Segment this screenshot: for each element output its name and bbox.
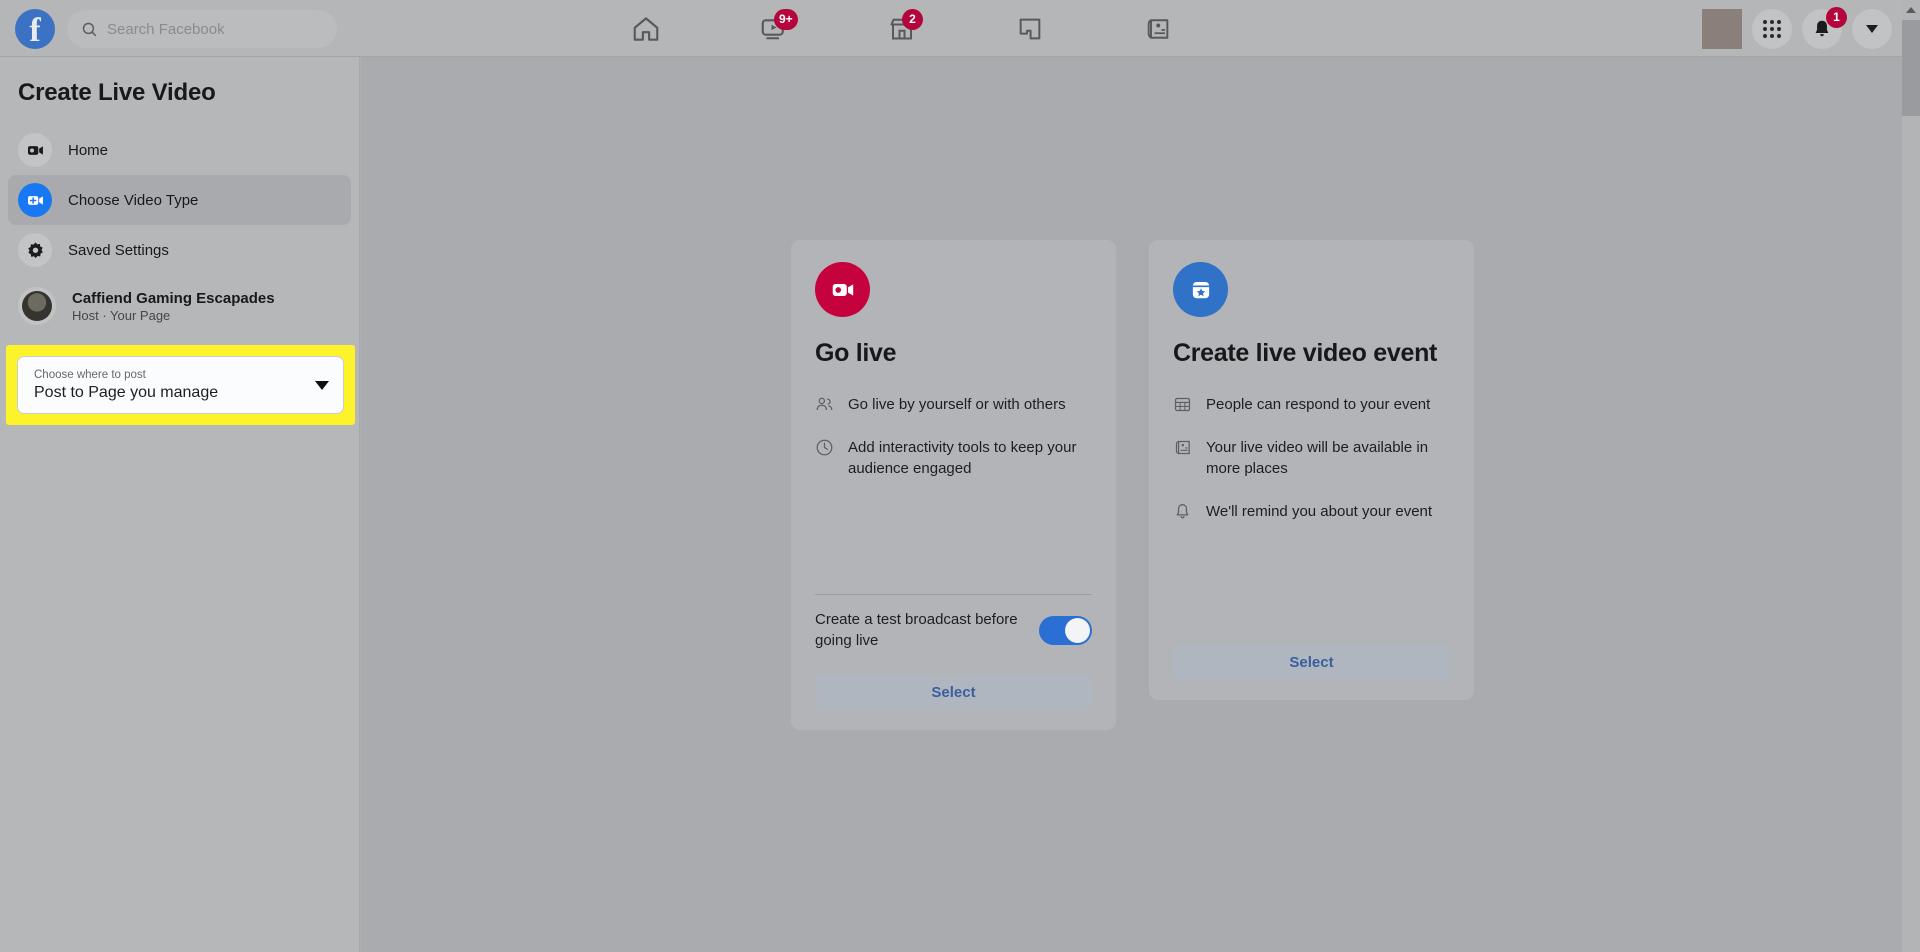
nav-news-button[interactable]: [1132, 9, 1184, 49]
sidebar-item-choose-video-type[interactable]: Choose Video Type: [8, 175, 351, 225]
marketplace-badge: 2: [902, 8, 923, 30]
page-title: Create Live Video: [18, 79, 216, 106]
select-button-create-event[interactable]: Select: [1173, 645, 1450, 680]
facebook-logo-glyph: f: [29, 12, 41, 49]
list-item: People can respond to your event: [1173, 394, 1450, 415]
video-type-cards: Go live Go live by yourself or with othe…: [791, 240, 1474, 730]
search-icon: [82, 22, 97, 36]
sidebar-item-home[interactable]: Home: [8, 125, 351, 175]
list-item-text: Go live by yourself or with others: [848, 396, 1066, 413]
profile-thumbnail[interactable]: [1702, 8, 1742, 49]
video-camera-icon: [18, 133, 52, 167]
list-item-text: People can respond to your event: [1206, 396, 1431, 413]
list-item-text: Your live video will be available in mor…: [1206, 439, 1429, 477]
post-target-highlight: Choose where to post Post to Page you ma…: [6, 345, 355, 425]
menu-button[interactable]: [1752, 8, 1792, 49]
feed-icon: [1175, 440, 1190, 455]
list-item: We'll remind you about your event: [1173, 501, 1450, 522]
primary-nav: 9+ 2: [620, 0, 1184, 57]
gaming-icon: [1019, 18, 1041, 39]
home-icon: [633, 16, 659, 41]
page-scrollbar[interactable]: [1902, 0, 1920, 952]
live-video-icon: [815, 262, 870, 317]
list-item: Your live video will be available in mor…: [1173, 437, 1450, 479]
search-placeholder: Search Facebook: [107, 20, 225, 38]
bell-icon: [1176, 504, 1189, 519]
event-star-icon: [1173, 262, 1228, 317]
sidebar-item-home-label: Home: [68, 141, 109, 159]
card-create-live-video-event[interactable]: Create live video event People can respo…: [1149, 240, 1474, 700]
choose-where-to-post-value: Post to Page you manage: [34, 383, 219, 401]
page-role: Host · Your Page: [72, 307, 171, 323]
chevron-up-icon: [1906, 7, 1916, 13]
nav-home-button[interactable]: [620, 9, 672, 49]
scroll-up-button[interactable]: [1902, 0, 1920, 20]
nav-video-button[interactable]: 9+: [748, 8, 800, 49]
search-input[interactable]: Search Facebook: [67, 10, 337, 48]
card-create-live-video-event-heading: Create live video event: [1173, 339, 1438, 367]
card-go-live[interactable]: Go live Go live by yourself or with othe…: [791, 240, 1116, 730]
card-go-live-heading: Go live: [815, 339, 897, 367]
select-button-go-live[interactable]: Select: [815, 675, 1092, 710]
list-item-text: Add interactivity tools to keep your aud…: [848, 439, 1077, 477]
nav-marketplace-button[interactable]: 2: [876, 8, 928, 49]
sidebar-item-saved-settings-label: Saved Settings: [68, 241, 169, 259]
card-go-live-bullets: Go live by yourself or with others Add i…: [815, 394, 1092, 479]
test-broadcast-row: Create a test broadcast before going liv…: [815, 609, 1092, 651]
add-video-icon: [18, 183, 52, 217]
top-navigation-bar: f Search Facebook 9+ 2 1: [0, 0, 1920, 57]
news-feed-icon: [1147, 18, 1169, 39]
people-icon: [816, 397, 833, 411]
test-broadcast-toggle[interactable]: [1039, 615, 1092, 645]
list-item: Add interactivity tools to keep your aud…: [815, 437, 1092, 479]
grid-menu-icon: [1763, 19, 1781, 38]
nav-gaming-button[interactable]: [1004, 9, 1056, 49]
divider: [815, 594, 1092, 595]
account-controls: 1: [1702, 0, 1892, 57]
list-item: Go live by yourself or with others: [815, 394, 1092, 415]
list-item-text: We'll remind you about your event: [1206, 503, 1433, 520]
test-broadcast-label: Create a test broadcast before going liv…: [815, 611, 1018, 649]
gear-icon: [18, 233, 52, 267]
card-create-live-video-event-bullets: People can respond to your event Your li…: [1173, 394, 1450, 522]
main-content: Go live Go live by yourself or with othe…: [361, 57, 1913, 952]
video-badge: 9+: [774, 8, 798, 30]
scrollbar-thumb[interactable]: [1902, 20, 1920, 116]
chevron-down-icon: [1866, 24, 1878, 33]
toggle-knob: [1065, 617, 1090, 643]
choose-where-to-post-label: Choose where to post: [34, 368, 146, 381]
choose-where-to-post-dropdown[interactable]: Choose where to post Post to Page you ma…: [17, 356, 344, 414]
clock-icon: [816, 439, 833, 456]
notifications-button[interactable]: 1: [1802, 6, 1847, 49]
create-live-video-sidebar: Create Live Video Home Choose Video Type…: [0, 57, 360, 952]
avatar: [18, 287, 56, 325]
page-name: Caffiend Gaming Escapades: [72, 289, 275, 307]
facebook-logo[interactable]: f: [15, 9, 55, 49]
account-menu-button[interactable]: [1852, 8, 1892, 49]
notifications-badge: 1: [1826, 6, 1847, 28]
sidebar-item-choose-video-type-label: Choose Video Type: [68, 191, 199, 209]
chevron-down-icon[interactable]: [315, 380, 329, 390]
page-host-row[interactable]: Caffiend Gaming Escapades Host · Your Pa…: [0, 275, 359, 337]
sidebar-item-saved-settings[interactable]: Saved Settings: [8, 225, 351, 275]
calendar-grid-icon: [1174, 397, 1191, 412]
